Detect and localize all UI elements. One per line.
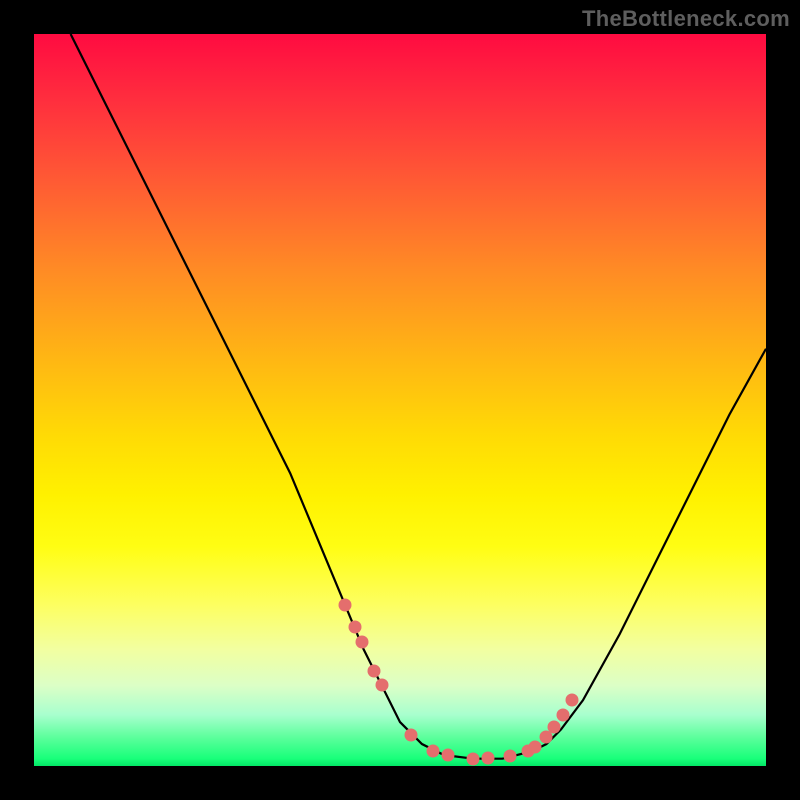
curve-layer	[34, 34, 766, 766]
data-dot	[481, 751, 494, 764]
data-dot	[503, 750, 516, 763]
data-dot	[547, 721, 560, 734]
data-dot	[355, 635, 368, 648]
data-dot	[566, 694, 579, 707]
data-dot	[404, 729, 417, 742]
data-dot	[348, 620, 361, 633]
data-dot	[426, 745, 439, 758]
data-dot	[529, 740, 542, 753]
chart-container: TheBottleneck.com	[0, 0, 800, 800]
data-dot	[368, 664, 381, 677]
bottleneck-curve	[71, 34, 766, 759]
watermark-text: TheBottleneck.com	[582, 6, 790, 32]
data-dot	[467, 752, 480, 765]
data-dot	[375, 679, 388, 692]
data-dot	[557, 708, 570, 721]
data-dot	[441, 749, 454, 762]
data-dot	[339, 598, 352, 611]
plot-area	[34, 34, 766, 766]
